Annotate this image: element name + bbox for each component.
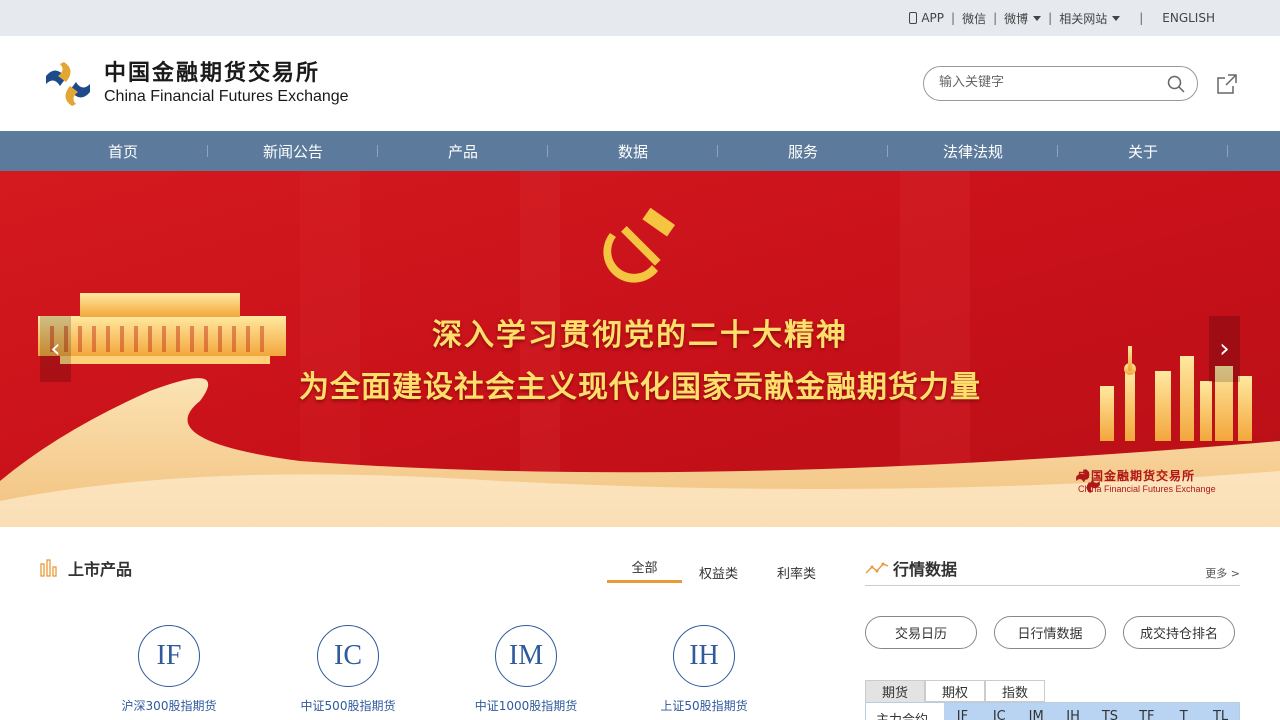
wechat-label: 微信 (962, 11, 987, 26)
trend-line-icon (865, 562, 889, 574)
related-sites-dropdown[interactable]: 相关网站 (1052, 10, 1127, 27)
banner-headline: 深入学习贯彻党的二十大精神 (432, 318, 848, 353)
product-name: 沪深300股指期货 (121, 699, 217, 713)
english-label: ENGLISH (1162, 11, 1215, 25)
nav-news[interactable]: 新闻公告 (208, 131, 378, 171)
weibo-label: 微博 (1004, 11, 1029, 26)
product-code-badge: IF (138, 625, 200, 687)
contract-codes: IF IC IM IH TS TF T TL (944, 703, 1239, 720)
product-name: 中证1000股指期货 (474, 699, 578, 713)
market-title: 行情数据 (865, 556, 957, 580)
tab-equity[interactable]: 权益类 (699, 563, 738, 582)
listed-products-section: 上市产品 全部 权益类 利率类 IF 沪深300股指期货 IC 中证500股指期… (0, 527, 850, 720)
product-code-badge: IC (317, 625, 379, 687)
contract-code[interactable]: IH (1055, 703, 1092, 720)
product-item[interactable]: IM 中证1000股指期货 (461, 625, 591, 714)
phone-icon (909, 12, 918, 24)
tab-all[interactable]: 全部 (607, 557, 682, 583)
carousel-prev-button[interactable]: ‹ (40, 316, 71, 382)
nav-services[interactable]: 服务 (718, 131, 888, 171)
divider: | (1139, 11, 1144, 25)
contract-code[interactable]: IM (1018, 703, 1055, 720)
nav-data[interactable]: 数据 (548, 131, 718, 171)
search-box (923, 66, 1198, 101)
site-logo[interactable]: 中国金融期货交易所 China Financial Futures Exchan… (42, 58, 349, 110)
product-name: 中证500股指期货 (300, 699, 396, 713)
top-utility-bar: APP | 微信 | 微博 | 相关网站 | ENGLISH (0, 0, 1280, 36)
tab-options[interactable]: 期权 (925, 680, 985, 702)
nav-home[interactable]: 首页 (38, 131, 208, 171)
daily-quotes-button[interactable]: 日行情数据 (994, 616, 1106, 649)
weibo-dropdown[interactable]: 微博 (997, 10, 1048, 27)
search-input[interactable] (939, 75, 1159, 90)
row-label: 主力合约 (866, 703, 944, 720)
trading-calendar-button[interactable]: 交易日历 (865, 616, 977, 649)
bar-chart-icon (40, 559, 57, 577)
product-code-badge: IH (673, 625, 735, 687)
chevron-down-icon (1112, 15, 1121, 21)
nav-products[interactable]: 产品 (378, 131, 548, 171)
nav-about[interactable]: 关于 (1058, 131, 1228, 171)
contract-code[interactable]: IC (981, 703, 1018, 720)
logo-chinese-name: 中国金融期货交易所 (104, 61, 321, 86)
carousel-next-button[interactable]: › (1209, 316, 1240, 382)
nav-laws[interactable]: 法律法规 (888, 131, 1058, 171)
contract-code[interactable]: TL (1202, 703, 1239, 720)
tab-index[interactable]: 指数 (985, 680, 1045, 702)
chevron-down-icon (1033, 15, 1042, 21)
cffex-logo-icon (1076, 469, 1100, 493)
app-label: APP (921, 11, 945, 25)
search-icon[interactable] (1167, 75, 1185, 93)
site-header: 中国金融期货交易所 China Financial Futures Exchan… (0, 36, 1280, 131)
product-item[interactable]: IF 沪深300股指期货 (104, 625, 234, 714)
product-item[interactable]: IH 上证50股指期货 (639, 625, 769, 714)
related-sites-label: 相关网站 (1059, 11, 1108, 26)
main-navigation: 首页 新闻公告 产品 数据 服务 法律法规 关于 (0, 131, 1280, 171)
app-link[interactable]: APP (902, 11, 951, 25)
divider (865, 585, 1240, 586)
more-link[interactable]: 更多 > (1205, 565, 1240, 581)
utility-links: APP | 微信 | 微博 | 相关网站 | ENGLISH (902, 0, 1222, 36)
english-link[interactable]: ENGLISH (1155, 11, 1222, 25)
logo-text: 中国金融期货交易所 China Financial Futures Exchan… (104, 61, 349, 107)
market-title-text: 行情数据 (893, 560, 958, 579)
contract-code[interactable]: T (1165, 703, 1202, 720)
market-tabs: 期货 期权 指数 (865, 680, 1045, 702)
position-ranking-button[interactable]: 成交持仓排名 (1123, 616, 1235, 649)
products-title-text: 上市产品 (68, 560, 133, 579)
tab-futures[interactable]: 期货 (865, 680, 925, 702)
product-name: 上证50股指期货 (660, 699, 748, 713)
market-data-section: 行情数据 更多 > 交易日历 日行情数据 成交持仓排名 期货 期权 指数 主力合… (865, 527, 1240, 720)
contract-code[interactable]: TS (1092, 703, 1129, 720)
banner-subheadline: 为全面建设社会主义现代化国家贡献金融期货力量 (299, 370, 981, 405)
contract-code[interactable]: IF (944, 703, 981, 720)
main-contract-row: 主力合约 IF IC IM IH TS TF T TL (865, 702, 1240, 720)
product-code-badge: IM (495, 625, 557, 687)
tab-interest-rate[interactable]: 利率类 (777, 563, 816, 582)
product-tabs: 全部 (607, 557, 682, 583)
cffex-logo-icon (46, 62, 90, 106)
product-item[interactable]: IC 中证500股指期货 (283, 625, 413, 714)
banner-logo: 中国金融期货交易所 China Financial Futures Exchan… (1074, 467, 1216, 494)
hero-banner[interactable]: 深入学习贯彻党的二十大精神 为全面建设社会主义现代化国家贡献金融期货力量 中国金… (0, 171, 1280, 527)
share-icon[interactable] (1215, 72, 1239, 96)
products-title: 上市产品 (40, 556, 132, 580)
wechat-link[interactable]: 微信 (955, 10, 993, 27)
contract-code[interactable]: TF (1128, 703, 1165, 720)
logo-english-name: China Financial Futures Exchange (104, 88, 349, 105)
